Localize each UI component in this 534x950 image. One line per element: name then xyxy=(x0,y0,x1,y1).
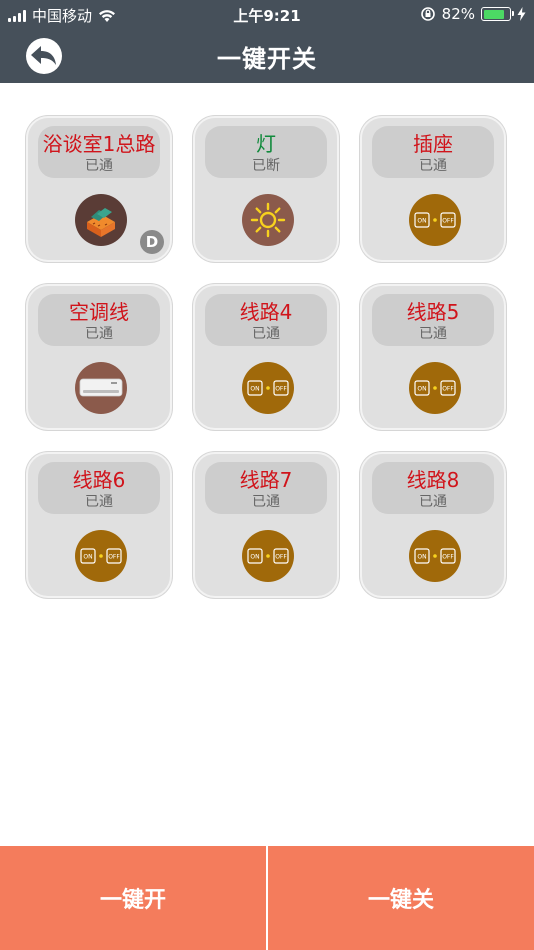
tile-status: 已通 xyxy=(419,158,447,174)
tile-name: 灯 xyxy=(256,132,276,156)
on-off-switch-icon: ON OFF xyxy=(75,530,127,582)
tile-light[interactable]: 灯 已断 xyxy=(193,116,339,262)
tile-name: 线路5 xyxy=(406,300,460,324)
tile-label-box: 浴谈室1总路 已通 xyxy=(38,126,160,178)
page-title: 一键开关 xyxy=(217,45,317,73)
switch-off-text: OFF xyxy=(442,218,454,225)
switch-grid: 浴谈室1总路 已通 D 灯 已断 插座 已通 ON OFF 空调线 已通 线路4… xyxy=(26,116,508,598)
switch-on-text: ON xyxy=(417,386,426,393)
switch-on-text: ON xyxy=(417,554,426,561)
all-on-button[interactable]: 一键开 xyxy=(0,846,266,950)
air-conditioner-icon xyxy=(75,362,127,414)
tile-status: 已通 xyxy=(85,158,113,174)
switch-off-text: OFF xyxy=(275,554,287,561)
switch-off-text: OFF xyxy=(275,386,287,393)
tile-status: 已通 xyxy=(252,494,280,510)
bath-toiletries-icon xyxy=(75,194,127,246)
tile-name: 插座 xyxy=(413,132,453,156)
switch-off-text: OFF xyxy=(442,554,454,561)
tile-status: 已通 xyxy=(85,326,113,342)
tile-label-box: 空调线 已通 xyxy=(38,294,160,346)
bottom-action-bar: 一键开 一键关 xyxy=(0,846,534,950)
tile-label-box: 线路4 已通 xyxy=(205,294,327,346)
battery-percent: 82% xyxy=(441,5,475,23)
tile-label-box: 线路6 已通 xyxy=(38,462,160,514)
tile-name: 线路7 xyxy=(239,468,293,492)
tile-name: 线路4 xyxy=(239,300,293,324)
d-badge: D xyxy=(140,230,164,254)
on-off-switch-icon: ON OFF xyxy=(409,194,461,246)
switch-on-text: ON xyxy=(417,218,426,225)
on-off-switch-icon: ON OFF xyxy=(409,530,461,582)
top-bar: 中国移动 上午9:21 82% 一键开关 xyxy=(0,0,534,83)
tile-label-box: 线路7 已通 xyxy=(205,462,327,514)
tile-bath-main[interactable]: 浴谈室1总路 已通 D xyxy=(26,116,172,262)
tile-status: 已断 xyxy=(252,158,280,174)
tile-status: 已通 xyxy=(252,326,280,342)
switch-off-text: OFF xyxy=(108,554,120,561)
on-off-switch-icon: ON OFF xyxy=(242,362,294,414)
switch-on-text: ON xyxy=(250,386,259,393)
tile-air-conditioner[interactable]: 空调线 已通 xyxy=(26,284,172,430)
tile-status: 已通 xyxy=(419,326,447,342)
tile-name: 浴谈室1总路 xyxy=(42,132,156,156)
tile-status: 已通 xyxy=(419,494,447,510)
tile-line-7[interactable]: 线路7 已通 ON OFF xyxy=(193,452,339,598)
on-off-switch-icon: ON OFF xyxy=(409,362,461,414)
tile-line-6[interactable]: 线路6 已通 ON OFF xyxy=(26,452,172,598)
light-sun-icon xyxy=(242,194,294,246)
all-off-button[interactable]: 一键关 xyxy=(268,846,534,950)
switch-on-text: ON xyxy=(83,554,92,561)
switch-on-text: ON xyxy=(250,554,259,561)
tile-socket[interactable]: 插座 已通 ON OFF xyxy=(360,116,506,262)
tile-name: 线路6 xyxy=(72,468,126,492)
tile-name: 线路8 xyxy=(406,468,460,492)
switch-off-text: OFF xyxy=(442,386,454,393)
battery-icon xyxy=(481,7,514,21)
on-off-switch-icon: ON OFF xyxy=(242,530,294,582)
tile-label-box: 灯 已断 xyxy=(205,126,327,178)
charging-bolt-icon xyxy=(517,7,526,21)
tile-label-box: 线路5 已通 xyxy=(372,294,494,346)
tile-line-4[interactable]: 线路4 已通 ON OFF xyxy=(193,284,339,430)
tile-line-8[interactable]: 线路8 已通 ON OFF xyxy=(360,452,506,598)
orientation-lock-icon xyxy=(420,7,435,21)
tile-name: 空调线 xyxy=(69,300,129,324)
tile-label-box: 线路8 已通 xyxy=(372,462,494,514)
status-bar: 中国移动 上午9:21 82% xyxy=(0,0,534,28)
tile-label-box: 插座 已通 xyxy=(372,126,494,178)
tile-line-5[interactable]: 线路5 已通 ON OFF xyxy=(360,284,506,430)
tile-status: 已通 xyxy=(85,494,113,510)
divider xyxy=(266,846,268,950)
